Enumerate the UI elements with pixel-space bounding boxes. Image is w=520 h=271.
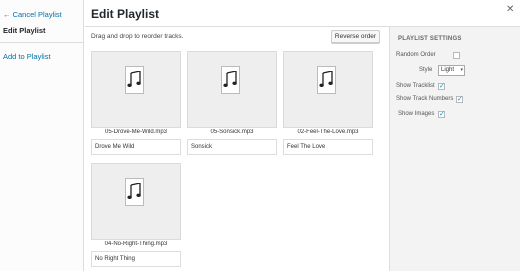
style-select[interactable]: Light ▾ bbox=[438, 65, 465, 76]
style-select-value: Light bbox=[441, 67, 455, 73]
track-caption-field[interactable]: Feel The Love bbox=[283, 139, 373, 155]
audio-file-icon bbox=[317, 66, 336, 94]
settings-title: PLAYLIST SETTINGS bbox=[398, 36, 462, 42]
track-filename: 02-Feel-The-Love.mp3 bbox=[297, 129, 359, 135]
track-item[interactable]: 05-Drove-Me-Wild.mp3 Drove Me Wild bbox=[91, 51, 181, 155]
sidebar-item-edit-playlist[interactable]: Edit Playlist bbox=[3, 26, 46, 35]
page-title: Edit Playlist bbox=[91, 7, 160, 21]
track-caption-field[interactable]: No Right Thing bbox=[91, 251, 181, 267]
close-icon[interactable]: ✕ bbox=[506, 4, 514, 15]
track-filename: 05-Sonsick.mp3 bbox=[210, 129, 254, 135]
random-order-label: Random Order bbox=[396, 52, 436, 58]
track-thumbnail[interactable] bbox=[91, 51, 181, 128]
audio-file-icon bbox=[221, 66, 240, 94]
show-track-numbers-label: Show Track Numbers bbox=[396, 96, 454, 102]
audio-file-icon bbox=[125, 178, 144, 206]
track-item[interactable]: 05-Sonsick.mp3 Sonsick bbox=[187, 51, 277, 155]
add-to-playlist-link[interactable]: Add to Playlist bbox=[3, 52, 51, 61]
track-thumbnail[interactable] bbox=[91, 163, 181, 240]
show-images-label: Show Images bbox=[398, 111, 435, 117]
reverse-order-button[interactable]: Reverse order bbox=[331, 30, 380, 43]
reorder-instructions: Drag and drop to reorder tracks. bbox=[91, 33, 184, 40]
track-item[interactable]: 02-Feel-The-Love.mp3 Feel The Love bbox=[283, 51, 373, 155]
show-tracklist-label: Show Tracklist bbox=[396, 83, 435, 89]
cancel-playlist-link[interactable]: ← Cancel Playlist bbox=[3, 10, 62, 19]
track-caption-field[interactable]: Sonsick bbox=[187, 139, 277, 155]
track-filename: 05-Drove-Me-Wild.mp3 bbox=[104, 129, 167, 135]
track-thumbnail[interactable] bbox=[283, 51, 373, 128]
playlist-settings-panel: PLAYLIST SETTINGS Random Order Style Lig… bbox=[389, 27, 520, 271]
track-thumbnail[interactable] bbox=[187, 51, 277, 128]
show-tracklist-checkbox[interactable] bbox=[438, 82, 445, 90]
media-sidebar: ← Cancel Playlist Edit Playlist Add to P… bbox=[0, 0, 84, 271]
style-label: Style bbox=[419, 67, 433, 73]
random-order-checkbox[interactable] bbox=[453, 52, 460, 59]
sidebar-divider bbox=[0, 42, 84, 43]
audio-file-icon bbox=[125, 66, 144, 94]
chevron-down-icon: ▾ bbox=[460, 67, 463, 73]
track-item[interactable]: 04-No-Right-Thing.mp3 No Right Thing bbox=[91, 163, 181, 267]
show-track-numbers-checkbox[interactable] bbox=[456, 95, 463, 103]
track-caption-field[interactable]: Drove Me Wild bbox=[91, 139, 181, 155]
show-images-checkbox[interactable] bbox=[438, 110, 445, 118]
track-filename: 04-No-Right-Thing.mp3 bbox=[104, 241, 168, 247]
